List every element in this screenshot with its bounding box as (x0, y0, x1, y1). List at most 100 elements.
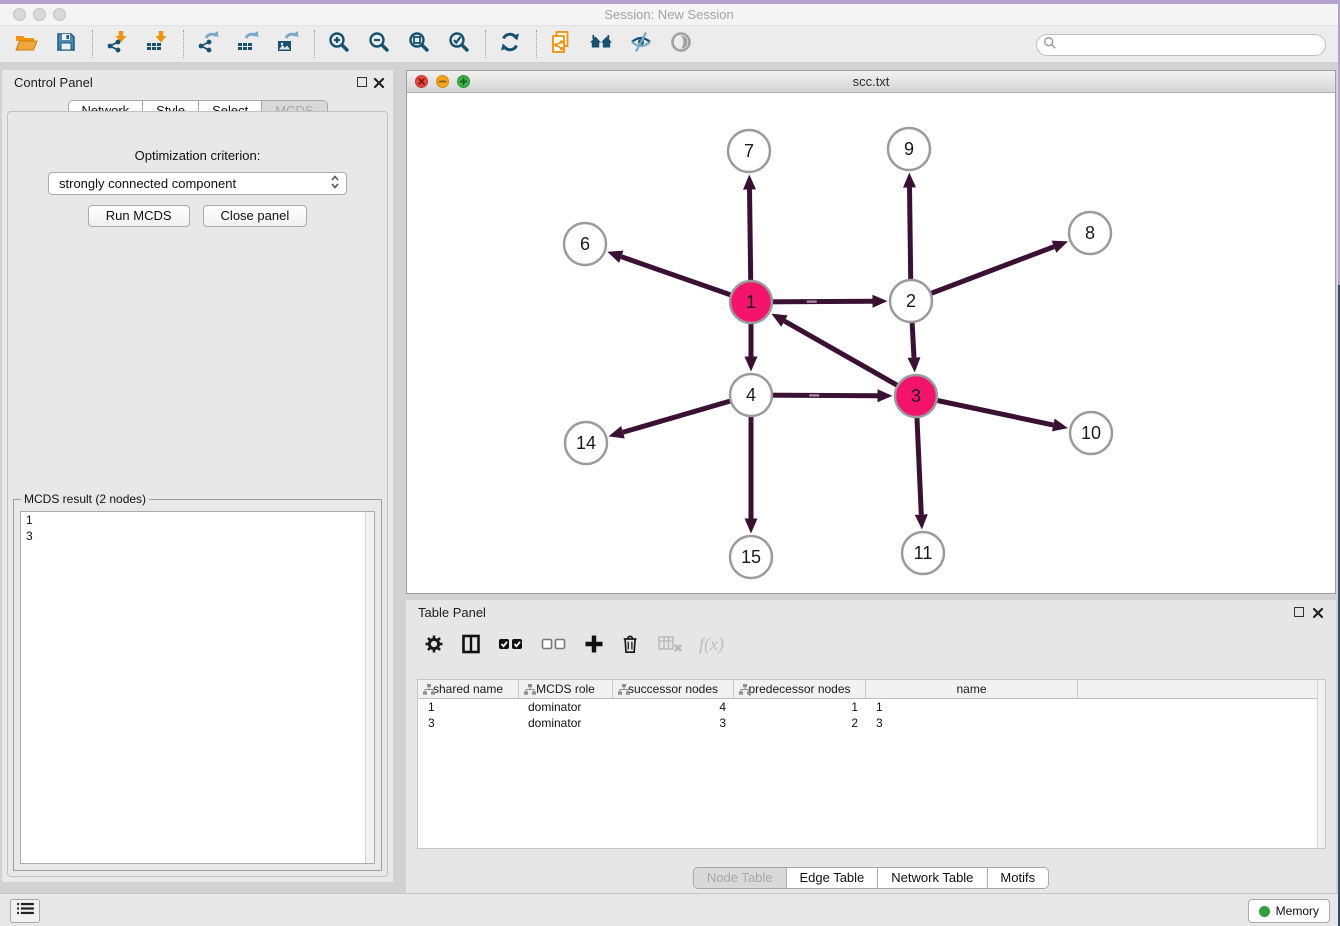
table-panel: Table Panel f(x) shared nameMCDS rolesuc… (406, 600, 1336, 894)
graph-node-10[interactable]: 10 (1070, 412, 1112, 454)
close-panel-icon[interactable] (373, 76, 385, 88)
column-header-shared-name[interactable]: shared name (418, 680, 519, 698)
hide-selected-button[interactable] (625, 30, 657, 58)
graph-node-3[interactable]: 3 (895, 375, 937, 417)
network-window-titlebar[interactable]: scc.txt (407, 71, 1335, 93)
function-icon: f(x) (699, 634, 724, 655)
table-cell[interactable]: 3 (613, 715, 734, 731)
export-image-button[interactable] (272, 30, 304, 58)
search-icon (1043, 36, 1057, 55)
table-cell[interactable]: 1 (418, 699, 519, 715)
table-cell[interactable]: 4 (613, 699, 734, 715)
node-label: 7 (744, 141, 754, 161)
optimization-criterion-select[interactable]: strongly connected component (48, 172, 347, 195)
open-session-icon (14, 30, 38, 59)
zoom-in-button[interactable] (323, 30, 355, 58)
hierarchy-icon (524, 684, 536, 695)
function-builder-button[interactable]: f(x) (699, 631, 724, 657)
duplicate-network-button[interactable] (545, 30, 577, 58)
network-canvas[interactable]: 7 9 6 8 1 2 4 3 14 10 15 11 (407, 93, 1335, 593)
tab-edge-table[interactable]: Edge Table (786, 868, 878, 888)
status-bar: Memory (0, 893, 1338, 926)
task-history-button[interactable] (10, 899, 40, 923)
tab-motifs[interactable]: Motifs (987, 868, 1048, 888)
refresh-layout-icon (498, 30, 522, 59)
column-header-MCDS-role[interactable]: MCDS role (519, 680, 613, 698)
mcds-result-scrollbar[interactable] (365, 512, 374, 863)
graph-edge-3-10[interactable] (916, 396, 1068, 431)
column-header-name[interactable]: name (866, 680, 1078, 698)
window-title: Session: New Session (0, 7, 1338, 22)
graph-node-2[interactable]: 2 (890, 280, 932, 322)
tab-network-table[interactable]: Network Table (878, 868, 987, 888)
import-table-button[interactable] (141, 30, 173, 58)
toolbar-separator (485, 30, 486, 58)
window-titlebar[interactable]: Session: New Session (0, 4, 1338, 26)
column-label: MCDS role (536, 682, 595, 696)
zoom-fit-button[interactable] (403, 30, 435, 58)
zoom-selected-button[interactable] (443, 30, 475, 58)
mcds-result-list[interactable]: 13 (20, 511, 375, 864)
task-list-icon (17, 902, 34, 920)
graph-node-8[interactable]: 8 (1069, 212, 1111, 254)
table-cell[interactable]: 1 (734, 699, 866, 715)
refresh-layout-button[interactable] (494, 30, 526, 58)
zoom-selected-icon (447, 30, 471, 59)
graph-node-9[interactable]: 9 (888, 128, 930, 170)
tab-node-table[interactable]: Node Table (694, 868, 787, 888)
column-visibility-button[interactable] (461, 631, 481, 657)
graph-node-11[interactable]: 11 (902, 532, 944, 574)
delete-column-button[interactable] (621, 631, 641, 657)
search-input[interactable] (1057, 36, 1325, 54)
show-all-button[interactable] (665, 30, 697, 58)
table-cell[interactable]: dominator (519, 699, 613, 715)
table-cell[interactable]: dominator (519, 715, 613, 731)
select-all-button[interactable] (498, 631, 524, 657)
quick-search[interactable] (1036, 34, 1326, 56)
table-cell[interactable]: 1 (866, 699, 1078, 715)
table-scrollbar[interactable] (1317, 680, 1325, 848)
graph-node-7[interactable]: 7 (728, 130, 770, 172)
graph-node-6[interactable]: 6 (564, 223, 606, 265)
column-header-successor-nodes[interactable]: successor nodes (613, 680, 734, 698)
run-mcds-button[interactable]: Run MCDS (88, 205, 190, 227)
graph-edge-2-8[interactable] (911, 241, 1068, 301)
open-session-button[interactable] (10, 30, 42, 58)
graph-node-4[interactable]: 4 (730, 374, 772, 416)
zoom-out-button[interactable] (363, 30, 395, 58)
graph-node-15[interactable]: 15 (730, 536, 772, 578)
graph-node-14[interactable]: 14 (565, 422, 607, 464)
graph-edge-1-6[interactable] (607, 251, 751, 302)
screen: Session: New Session Control Panel (0, 0, 1340, 926)
close-panel-button[interactable]: Close panel (203, 205, 308, 227)
graph-edge-4-14[interactable] (609, 395, 751, 438)
hide-selected-icon (629, 30, 653, 59)
float-panel-icon[interactable] (357, 77, 367, 87)
table-row[interactable]: 3dominator323 (418, 715, 1325, 731)
float-table-panel-icon[interactable] (1294, 607, 1304, 617)
column-header-predecessor-nodes[interactable]: predecessor nodes (734, 680, 866, 698)
import-network-button[interactable] (101, 30, 133, 58)
export-table-button[interactable] (232, 30, 264, 58)
table-cell[interactable]: 2 (734, 715, 866, 731)
save-session-icon (54, 30, 78, 59)
node-label: 3 (911, 386, 921, 406)
save-session-button[interactable] (50, 30, 82, 58)
graph-node-1[interactable]: 1 (730, 281, 772, 323)
deselect-all-button[interactable] (541, 631, 567, 657)
main-toolbar (0, 26, 1338, 63)
add-column-button[interactable] (584, 631, 604, 657)
memory-button[interactable]: Memory (1248, 899, 1330, 923)
table-options-button[interactable] (424, 631, 444, 657)
table-row[interactable]: 1dominator411 (418, 699, 1325, 715)
graph-edge-3-1[interactable] (771, 314, 916, 396)
edge-label (809, 394, 819, 396)
toolbar-separator (92, 30, 93, 58)
table-cell[interactable]: 3 (418, 715, 519, 731)
delete-table-button[interactable] (658, 631, 682, 657)
table-cell[interactable]: 3 (866, 715, 1078, 731)
close-table-panel-icon[interactable] (1312, 606, 1324, 618)
mcds-tab-content: Optimization criterion: strongly connect… (7, 111, 388, 877)
first-neighbors-button[interactable] (585, 30, 617, 58)
export-network-button[interactable] (192, 30, 224, 58)
